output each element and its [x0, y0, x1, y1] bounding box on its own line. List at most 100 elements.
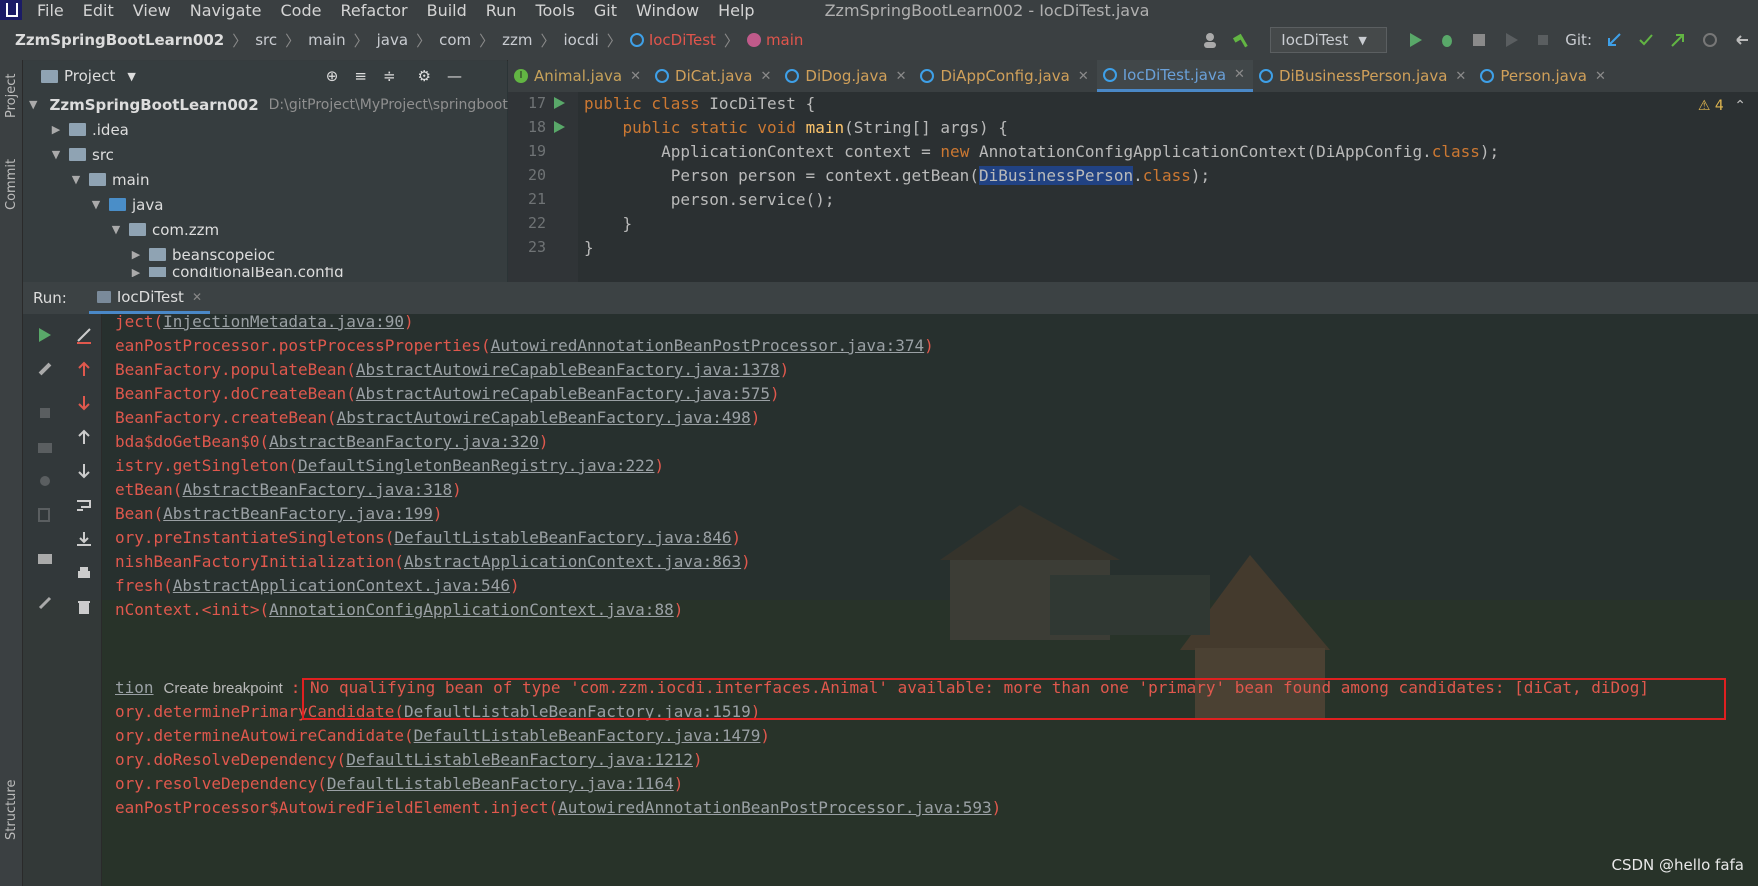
collapse-all-icon[interactable]: ≑	[383, 67, 396, 85]
git-commit-icon[interactable]	[1637, 31, 1655, 49]
close-icon[interactable]: ✕	[630, 69, 641, 84]
camera-icon[interactable]	[36, 438, 54, 456]
settings-icon[interactable]	[36, 472, 54, 490]
stack-frame-link[interactable]: AbstractApplicationContext.java:546	[173, 576, 510, 595]
project-tool-tab[interactable]: Project	[4, 74, 19, 118]
profile-icon[interactable]	[1502, 31, 1520, 49]
git-update-icon[interactable]	[1605, 31, 1623, 49]
stack-frame-link[interactable]: DefaultListableBeanFactory.java:1212	[346, 750, 693, 769]
clear-edit-icon[interactable]	[75, 326, 93, 344]
stack-frame-link[interactable]: AbstractAutowireCapableBeanFactory.java:…	[356, 360, 780, 379]
stack-frame-link[interactable]: InjectionMetadata.java:90	[163, 312, 404, 331]
exit-icon[interactable]	[36, 506, 54, 524]
menu-run[interactable]: Run	[486, 1, 517, 20]
stack-frame-link[interactable]: AbstractAutowireCapableBeanFactory.java:…	[356, 384, 770, 403]
tree-item-com-zzm[interactable]: ▼ com.zzm	[23, 217, 507, 242]
stack-frame-link[interactable]: DefaultListableBeanFactory.java:1479	[414, 726, 761, 745]
layout-icon[interactable]	[36, 550, 54, 568]
menu-view[interactable]: View	[133, 1, 171, 20]
breadcrumb-project[interactable]: ZzmSpringBootLearn002	[15, 31, 224, 49]
breadcrumb-main[interactable]: main	[308, 31, 345, 49]
tab-didog[interactable]: DiDog.java ✕	[779, 60, 914, 92]
stack-frame-link[interactable]: AbstractBeanFactory.java:199	[163, 504, 433, 523]
locate-icon[interactable]: ⊕	[326, 67, 339, 85]
breadcrumb-com[interactable]: com	[439, 31, 471, 49]
chevron-down-icon[interactable]: ▼	[69, 173, 83, 186]
close-icon[interactable]: ✕	[192, 290, 202, 304]
commit-tool-tab[interactable]: Commit	[4, 159, 19, 210]
chevron-right-icon[interactable]: ▶	[49, 123, 63, 136]
console-output[interactable]: ject(InjectionMetadata.java:90) eanPostPr…	[102, 312, 1758, 886]
coverage-icon[interactable]	[1470, 31, 1488, 49]
tree-item-main[interactable]: ▼ main	[23, 167, 507, 192]
tree-root[interactable]: ▼ ZzmSpringBootLearn002 D:\gitProject\My…	[23, 92, 508, 117]
rerun-icon[interactable]	[36, 326, 54, 344]
menu-build[interactable]: Build	[427, 1, 467, 20]
gear-icon[interactable]: ⚙	[418, 67, 431, 85]
menu-navigate[interactable]: Navigate	[190, 1, 262, 20]
create-breakpoint-link[interactable]: Create breakpoint	[164, 680, 283, 697]
tree-item-java[interactable]: ▼ java	[23, 192, 507, 217]
tree-item-idea[interactable]: ▶ .idea	[23, 117, 507, 142]
user-icon[interactable]	[1201, 31, 1219, 49]
git-push-icon[interactable]	[1669, 31, 1687, 49]
wrench-icon[interactable]	[36, 360, 54, 378]
stop-icon[interactable]	[1534, 31, 1552, 49]
stop-icon[interactable]	[36, 404, 54, 422]
breadcrumb-java[interactable]: java	[377, 31, 408, 49]
stack-frame-link[interactable]: AbstractApplicationContext.java:863	[404, 552, 741, 571]
warnings-indicator[interactable]: ⚠ 4 ⌃	[1698, 98, 1746, 114]
tree-item-beanscopeioc[interactable]: ▶ beanscopeioc	[23, 242, 507, 267]
expand-all-icon[interactable]: ≡	[354, 67, 367, 85]
menu-git[interactable]: Git	[594, 1, 617, 20]
up-icon[interactable]	[75, 428, 93, 446]
tab-diappconfig[interactable]: DiAppConfig.java ✕	[914, 60, 1096, 92]
tab-person[interactable]: Person.java ✕	[1474, 60, 1614, 92]
stack-frame-link[interactable]: AutowiredAnnotationBeanPostProcessor.jav…	[491, 336, 924, 355]
hammer-icon[interactable]	[1233, 31, 1251, 49]
menu-tools[interactable]: Tools	[535, 1, 574, 20]
scroll-to-end-icon[interactable]	[75, 530, 93, 548]
stack-frame-link[interactable]: DefaultListableBeanFactory.java:846	[394, 528, 731, 547]
chevron-up-icon[interactable]: ⌃	[1734, 98, 1746, 114]
tree-item-src[interactable]: ▼ src	[23, 142, 507, 167]
menu-code[interactable]: Code	[281, 1, 322, 20]
menu-file[interactable]: File	[37, 1, 64, 20]
print-icon[interactable]	[75, 564, 93, 582]
breadcrumb-method[interactable]: main	[766, 31, 803, 49]
stack-frame-link[interactable]: DefaultSingletonBeanRegistry.java:222	[298, 456, 654, 475]
stack-frame-link[interactable]: DefaultListableBeanFactory.java:1164	[327, 774, 674, 793]
stack-frame-link[interactable]: AnnotationConfigApplicationContext.java:…	[269, 600, 674, 619]
run-tab[interactable]: IocDiTest ✕	[88, 282, 210, 314]
run-gutter-icon[interactable]	[552, 96, 566, 110]
stack-frame-link[interactable]: AbstractBeanFactory.java:320	[269, 432, 539, 451]
tab-animal[interactable]: I Animal.java ✕	[508, 60, 649, 92]
menu-help[interactable]: Help	[718, 1, 754, 20]
run-icon[interactable]	[1406, 31, 1424, 49]
history-icon[interactable]	[1701, 31, 1719, 49]
breadcrumb-iocdi[interactable]: iocdi	[564, 31, 599, 49]
trash-icon[interactable]	[75, 598, 93, 616]
chevron-down-icon[interactable]: ▼	[29, 98, 37, 111]
tab-dibusinessperson[interactable]: DiBusinessPerson.java ✕	[1253, 60, 1474, 92]
breadcrumb-src[interactable]: src	[255, 31, 277, 49]
close-icon[interactable]: ✕	[896, 69, 907, 84]
rollback-icon[interactable]	[1733, 31, 1751, 49]
chevron-down-icon[interactable]: ▼	[127, 70, 135, 83]
close-icon[interactable]: ✕	[1455, 69, 1466, 84]
pin-icon[interactable]	[36, 594, 54, 612]
close-icon[interactable]: ✕	[1595, 69, 1606, 84]
soft-wrap-icon[interactable]	[75, 496, 93, 514]
minimize-icon[interactable]: —	[447, 67, 462, 85]
chevron-down-icon[interactable]: ▼	[49, 148, 63, 161]
menu-edit[interactable]: Edit	[83, 1, 114, 20]
stack-frame-link[interactable]: AbstractAutowireCapableBeanFactory.java:…	[337, 408, 751, 427]
debug-icon[interactable]	[1438, 31, 1456, 49]
breadcrumb-zzm[interactable]: zzm	[502, 31, 532, 49]
run-gutter-icon[interactable]	[552, 120, 566, 134]
tree-item-conditionalbean[interactable]: ▶ conditionalBean.config	[23, 267, 507, 277]
chevron-down-icon[interactable]: ▼	[89, 198, 103, 211]
run-configuration-select[interactable]: IocDiTest ▼	[1270, 27, 1388, 53]
tab-dicat[interactable]: DiCat.java ✕	[649, 60, 779, 92]
arrow-down-icon[interactable]	[75, 394, 93, 412]
